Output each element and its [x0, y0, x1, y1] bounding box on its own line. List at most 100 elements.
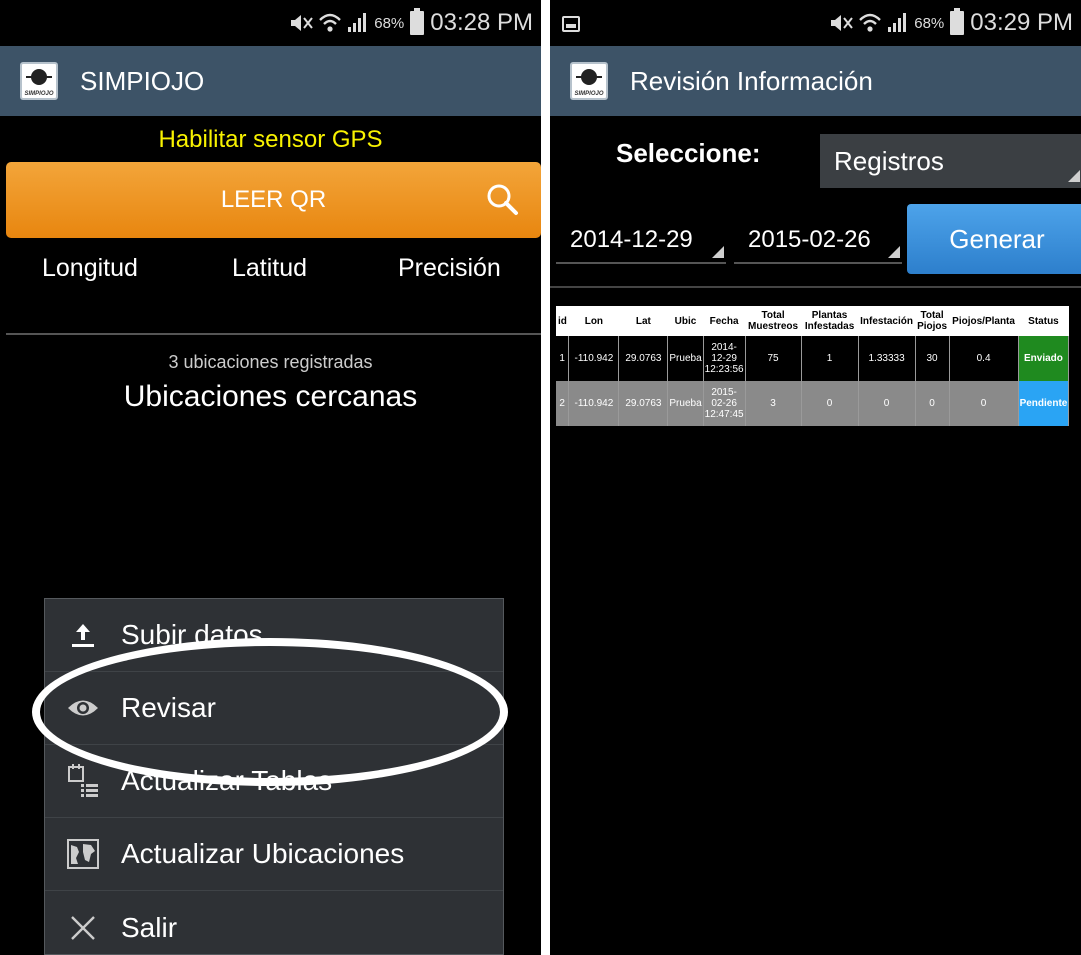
app-logo-text: SIMPIOJO: [574, 91, 604, 97]
action-bar: SIMPIOJO Revisión Información: [550, 46, 1081, 116]
table-row[interactable]: 2 -110.942 29.0763 Prueba 2015-02-26 12:…: [556, 381, 1070, 426]
col-header-status: Status: [1018, 306, 1069, 336]
mute-icon: [831, 15, 854, 31]
menu-item-label: Actualizar Ubicaciones: [121, 838, 405, 869]
cell-lon: -110.942: [568, 336, 620, 381]
generate-button[interactable]: Generar: [907, 204, 1081, 274]
battery-percent: 68%: [374, 14, 405, 32]
locations-count: 3 ubicaciones registradas: [168, 352, 373, 372]
table-header-row: id Lon Lat Ubic Fecha Total Muestreos Pl…: [556, 306, 1069, 336]
action-bar: SIMPIOJO SIMPIOJO: [0, 46, 541, 116]
battery-percent: 68%: [914, 14, 945, 32]
cell-fecha: 2014-12-29 12:23:56: [703, 336, 746, 381]
wifi-icon: [319, 13, 342, 32]
menu-item-upload-data[interactable]: Subir datos: [45, 599, 503, 672]
col-header-ubic: Ubic: [667, 306, 704, 336]
date-from-field[interactable]: 2014-12-29: [556, 226, 726, 264]
precision-label: Precisión: [398, 254, 501, 282]
cell-signal-icon: [888, 13, 907, 32]
read-qr-label: LEER QR: [220, 186, 327, 213]
cell-piojos-planta: 0.4: [949, 336, 1019, 381]
cell-status: Pendiente: [1018, 381, 1070, 426]
col-header-infestacion: Infestación: [858, 306, 916, 336]
cell-lat: 29.0763: [618, 381, 669, 426]
menu-item-label: Salir: [121, 911, 178, 943]
battery-icon: [410, 8, 425, 35]
cell-total-muestreos: 75: [745, 336, 802, 381]
options-menu: Subir datos Revisar Actualizar Tablas Ac…: [44, 598, 504, 955]
date-from-value: 2014-12-29: [570, 226, 693, 253]
cell-plantas-infestadas: 0: [801, 381, 859, 426]
col-header-lat: Lat: [618, 306, 668, 336]
latitude-label: Latitud: [232, 254, 308, 282]
col-header-piojos-planta: Piojos/Planta: [949, 306, 1019, 336]
dropdown-arrow-icon: [888, 246, 900, 258]
clock: 03:29 PM: [970, 9, 1073, 36]
col-header-id: id: [556, 306, 569, 336]
mute-icon: [291, 15, 314, 31]
app-logo[interactable]: SIMPIOJO: [20, 62, 58, 100]
table-list-icon: [65, 763, 101, 799]
menu-item-update-tables[interactable]: Actualizar Tablas: [45, 745, 503, 818]
divider: [550, 286, 1081, 288]
screen-separator: [541, 0, 550, 955]
cell-ubic: Prueba: [667, 381, 704, 426]
search-icon: [487, 184, 518, 215]
cell-infestacion: 1.33333: [858, 336, 916, 381]
bug-icon: [26, 69, 52, 85]
map-icon: [65, 836, 101, 872]
records-table: id Lon Lat Ubic Fecha Total Muestreos Pl…: [556, 306, 1070, 426]
col-header-fecha: Fecha: [703, 306, 746, 336]
longitude-label: Longitud: [42, 254, 138, 282]
menu-item-exit[interactable]: Salir: [45, 891, 503, 955]
cell-status: Enviado: [1018, 336, 1070, 381]
eye-icon: [65, 690, 101, 726]
upload-icon: [65, 617, 101, 653]
close-icon: [65, 910, 101, 946]
cell-id: 1: [556, 336, 570, 381]
cell-ubic: Prueba: [667, 336, 704, 381]
cell-id: 2: [556, 381, 570, 426]
gallery-notification-icon: [562, 16, 580, 32]
cell-piojos-planta: 0: [949, 381, 1019, 426]
cell-infestacion: 0: [858, 381, 916, 426]
menu-item-review[interactable]: Revisar: [45, 672, 503, 745]
gps-warning[interactable]: Habilitar sensor GPS: [0, 126, 541, 154]
coordinates-header: Longitud Latitud Precisión: [0, 254, 541, 294]
col-header-plantas-infestadas: Plantas Infestadas: [801, 306, 859, 336]
col-header-total-piojos: Total Piojos: [915, 306, 950, 336]
cell-lon: -110.942: [568, 381, 620, 426]
read-qr-button[interactable]: LEER QR: [6, 162, 541, 238]
date-to-field[interactable]: 2015-02-26: [734, 226, 902, 264]
col-header-total-muestreos: Total Muestreos: [745, 306, 802, 336]
cell-fecha: 2015-02-26 12:47:45: [703, 381, 746, 426]
wifi-icon: [859, 13, 882, 32]
nearby-locations-title: Ubicaciones cercanas: [123, 380, 418, 413]
status-bar: 68% 03:29 PM: [550, 0, 1081, 46]
clock: 03:28 PM: [430, 9, 533, 36]
cell-total-muestreos: 3: [745, 381, 802, 426]
menu-item-label: Revisar: [121, 692, 216, 723]
generate-label: Generar: [949, 223, 1045, 254]
screen-title: Revisión Información: [630, 65, 873, 96]
menu-item-update-locations[interactable]: Actualizar Ubicaciones: [45, 818, 503, 891]
review-info-screen: 68% 03:29 PM SIMPIOJO Revisión Informaci…: [550, 0, 1081, 955]
signal-icons: [828, 12, 908, 34]
cell-signal-icon: [348, 13, 367, 32]
col-header-lon: Lon: [568, 306, 619, 336]
cell-total-piojos: 30: [915, 336, 950, 381]
dropdown-arrow-icon: [712, 246, 724, 258]
table-row[interactable]: 1 -110.942 29.0763 Prueba 2014-12-29 12:…: [556, 336, 1070, 381]
dropdown-arrow-icon: [1068, 170, 1080, 182]
battery-icon: [950, 8, 965, 35]
app-logo[interactable]: SIMPIOJO: [570, 62, 608, 100]
date-to-value: 2015-02-26: [748, 226, 871, 253]
app-title: SIMPIOJO: [80, 65, 205, 96]
app-logo-text: SIMPIOJO: [24, 91, 54, 97]
status-bar: 68% 03:28 PM: [0, 0, 541, 46]
select-label: Seleccione:: [616, 138, 761, 168]
report-type-select[interactable]: Registros: [820, 134, 1081, 188]
cell-total-piojos: 0: [915, 381, 950, 426]
report-type-value: Registros: [834, 146, 944, 176]
signal-icons: [288, 12, 368, 34]
